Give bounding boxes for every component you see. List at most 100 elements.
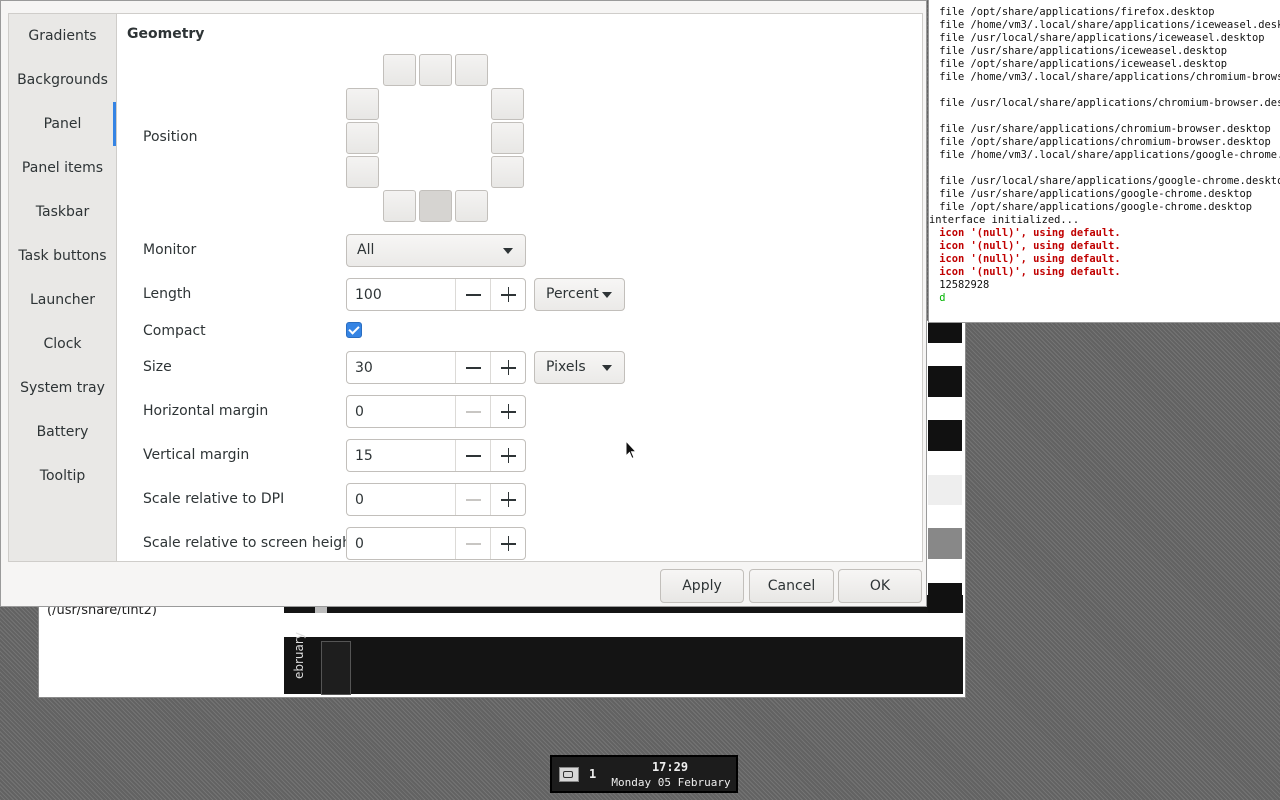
sidebar-item-panel[interactable]: Panel	[9, 102, 116, 146]
position-bottom-center[interactable]	[419, 190, 452, 222]
length-spinner	[346, 278, 526, 311]
position-bottom-right[interactable]	[455, 190, 488, 222]
vertical-margin-spinner	[346, 439, 526, 472]
length-increment-button[interactable]	[490, 279, 526, 310]
bg-stripe	[928, 420, 962, 451]
preview-clock-text: ebruary	[292, 632, 306, 679]
sidebar-item-clock[interactable]: Clock	[9, 322, 116, 366]
scale-screen-label: Scale relative to screen height	[143, 535, 357, 551]
scale-screen-input[interactable]	[347, 528, 453, 559]
bg-stripe	[928, 475, 962, 505]
position-left-center[interactable]	[346, 122, 379, 154]
mouse-cursor-icon	[625, 440, 637, 460]
position-label: Position	[143, 129, 198, 145]
terminal-line: file /usr/local/share/applications/icewe…	[933, 32, 1265, 44]
terminal-window[interactable]: file /opt/share/applications/firefox.des…	[928, 0, 1280, 323]
monitor-label: Monitor	[143, 242, 197, 258]
clock-date[interactable]: Monday 05 February	[604, 776, 738, 789]
terminal-line: file /opt/share/applications/iceweasel.d…	[933, 58, 1228, 70]
window-task-icon[interactable]	[559, 767, 579, 782]
monitor-value: All	[357, 242, 375, 258]
tint2-panel: 1 17:29 Monday 05 February	[550, 755, 738, 793]
bg-stripe	[928, 322, 962, 343]
size-unit-select[interactable]: Pixels	[534, 351, 625, 384]
length-input[interactable]	[347, 279, 453, 310]
vertical-margin-increment-button[interactable]	[490, 440, 526, 471]
terminal-line: interface initialized...	[929, 214, 1080, 226]
size-input[interactable]	[347, 352, 453, 383]
terminal-output: file /opt/share/applications/firefox.des…	[929, 0, 1280, 305]
sidebar-item-task-buttons[interactable]: Task buttons	[9, 234, 116, 278]
desktop-number[interactable]: 1	[589, 767, 596, 781]
terminal-line: file /home/vm3/.local/share/applications…	[933, 19, 1280, 31]
monitor-select[interactable]: All	[346, 234, 526, 267]
vertical-margin-label: Vertical margin	[143, 447, 250, 463]
sidebar-item-taskbar[interactable]: Taskbar	[9, 190, 116, 234]
terminal-line: file /usr/local/share/applications/chrom…	[933, 97, 1280, 109]
terminal-line: file /opt/share/applications/firefox.des…	[933, 6, 1215, 18]
terminal-line: file /usr/share/applications/google-chro…	[933, 188, 1253, 200]
apply-button[interactable]: Apply	[660, 569, 744, 603]
size-decrement-button[interactable]	[455, 352, 491, 383]
size-label: Size	[143, 359, 172, 375]
sidebar-item-launcher[interactable]: Launcher	[9, 278, 116, 322]
scale-dpi-spinner	[346, 483, 526, 516]
terminal-line: d	[933, 292, 946, 304]
position-right-center[interactable]	[491, 122, 524, 154]
sidebar-item-gradients[interactable]: Gradients	[9, 14, 116, 58]
bg-stripe	[928, 528, 962, 559]
chevron-down-icon	[602, 365, 612, 371]
settings-sidebar: Gradients Backgrounds Panel Panel items …	[8, 13, 116, 562]
size-increment-button[interactable]	[490, 352, 526, 383]
position-top-right[interactable]	[455, 54, 488, 86]
ok-button[interactable]: OK	[838, 569, 922, 603]
horizontal-margin-decrement-button[interactable]	[455, 396, 491, 427]
sidebar-item-tooltip[interactable]: Tooltip	[9, 454, 116, 498]
sidebar-item-panel-items[interactable]: Panel items	[9, 146, 116, 190]
clock-time[interactable]: 17:29	[606, 760, 734, 774]
horizontal-margin-spinner	[346, 395, 526, 428]
panel-preview: ebruary	[284, 632, 963, 695]
preview-task-button	[321, 641, 351, 695]
chevron-down-icon	[503, 248, 513, 254]
compact-checkbox[interactable]	[346, 322, 362, 338]
terminal-line: icon '(null)', using default.	[933, 266, 1121, 278]
sidebar-item-backgrounds[interactable]: Backgrounds	[9, 58, 116, 102]
horizontal-margin-input[interactable]	[347, 396, 453, 427]
scale-dpi-increment-button[interactable]	[490, 484, 526, 515]
position-left-top[interactable]	[346, 88, 379, 120]
cancel-button[interactable]: Cancel	[749, 569, 834, 603]
position-bottom-left[interactable]	[383, 190, 416, 222]
bg-stripe	[928, 583, 962, 613]
section-title-geometry: Geometry	[127, 26, 205, 42]
sidebar-item-battery[interactable]: Battery	[9, 410, 116, 454]
horizontal-margin-increment-button[interactable]	[490, 396, 526, 427]
vertical-margin-decrement-button[interactable]	[455, 440, 491, 471]
position-top-center[interactable]	[419, 54, 452, 86]
terminal-line: 12582928	[933, 279, 990, 291]
terminal-line: file /home/vm3/.local/share/applications…	[933, 71, 1280, 83]
horizontal-margin-label: Horizontal margin	[143, 403, 269, 419]
length-decrement-button[interactable]	[455, 279, 491, 310]
scale-dpi-input[interactable]	[347, 484, 453, 515]
vertical-margin-input[interactable]	[347, 440, 453, 471]
terminal-line: icon '(null)', using default.	[933, 227, 1121, 239]
scale-screen-decrement-button[interactable]	[455, 528, 491, 559]
sidebar-item-system-tray[interactable]: System tray	[9, 366, 116, 410]
position-left-bottom[interactable]	[346, 156, 379, 188]
terminal-line: file /opt/share/applications/chromium-br…	[933, 136, 1271, 148]
scale-screen-increment-button[interactable]	[490, 528, 526, 559]
terminal-line: icon '(null)', using default.	[933, 253, 1121, 265]
bg-stripe	[928, 366, 962, 397]
length-unit-select[interactable]: Percent	[534, 278, 625, 311]
position-right-bottom[interactable]	[491, 156, 524, 188]
length-unit-value: Percent	[546, 286, 599, 302]
size-spinner	[346, 351, 526, 384]
position-top-left[interactable]	[383, 54, 416, 86]
scale-dpi-decrement-button[interactable]	[455, 484, 491, 515]
scale-screen-spinner	[346, 527, 526, 560]
position-right-top[interactable]	[491, 88, 524, 120]
panel-settings-dialog: Gradients Backgrounds Panel Panel items …	[0, 0, 927, 607]
